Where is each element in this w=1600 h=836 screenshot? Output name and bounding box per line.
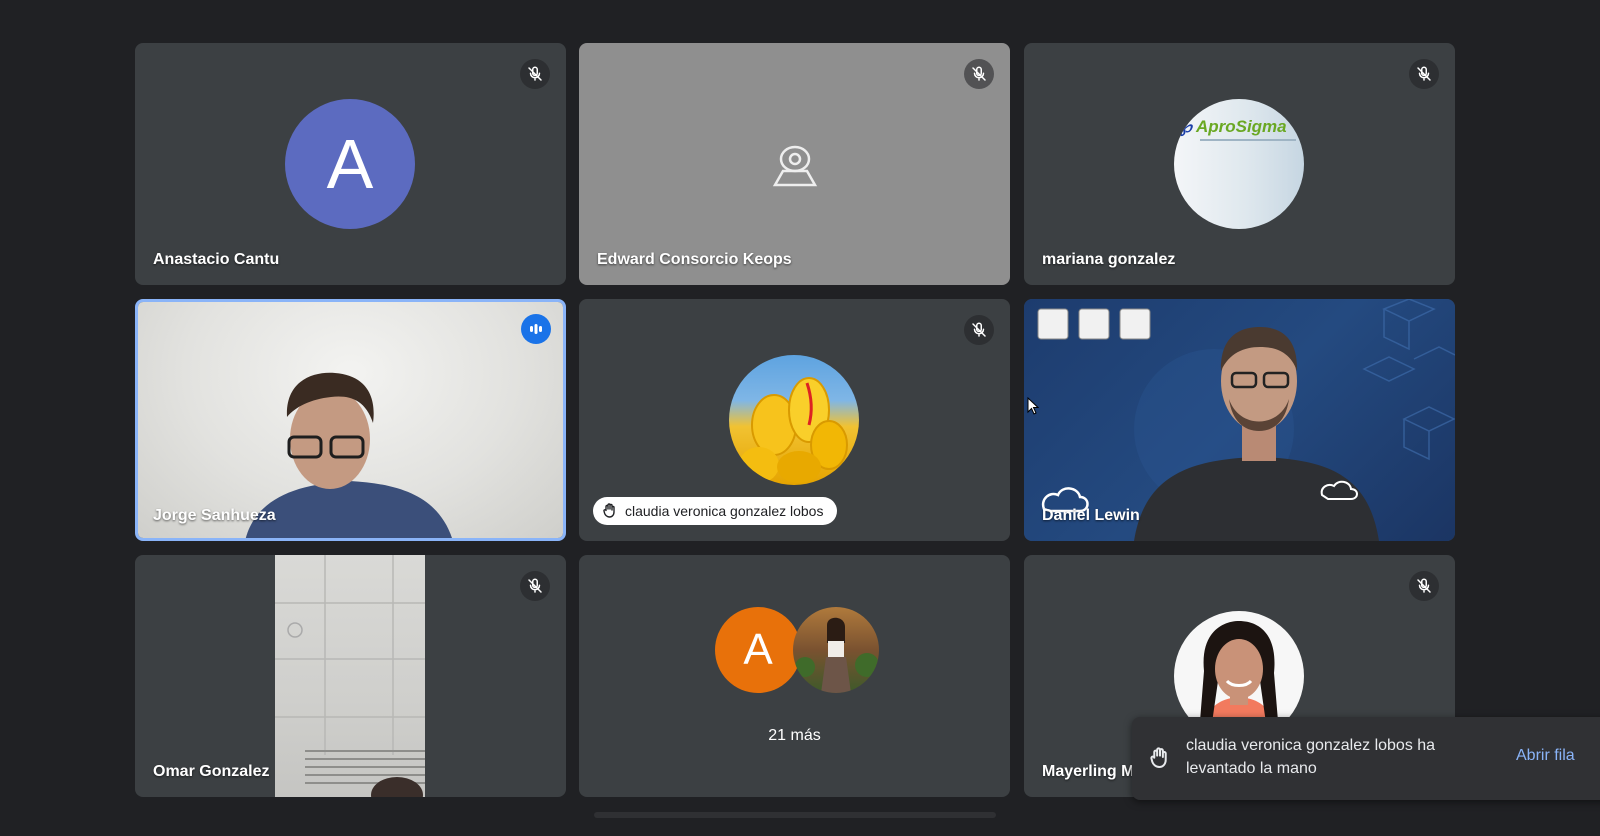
more-participants-count: 21 más	[768, 727, 821, 744]
notification-message: claudia veronica gonzalez lobos ha levan…	[1186, 737, 1436, 777]
overflow-avatar-photo	[793, 607, 879, 693]
avatar: A	[285, 99, 415, 229]
mic-off-icon	[520, 59, 550, 89]
hand-icon	[1150, 745, 1170, 774]
participant-tile-edward[interactable]: Edward Consorcio Keops	[579, 43, 1010, 285]
participant-name: mariana gonzalez	[1042, 251, 1176, 268]
participant-tile-mariana[interactable]: ℘ AproSigma mariana gonzalez	[1024, 43, 1455, 285]
video-feed	[275, 555, 425, 797]
mic-off-icon	[520, 571, 550, 601]
participant-name: Edward Consorcio Keops	[597, 251, 792, 268]
webcam-icon	[769, 139, 821, 196]
raised-hand-notification: claudia veronica gonzalez lobos ha levan…	[1132, 717, 1600, 800]
overflow-avatar-letter: A	[715, 607, 801, 693]
open-queue-button[interactable]: Abrir fila	[1516, 747, 1575, 765]
participant-name: Mayerling M	[1042, 763, 1135, 780]
control-bar-edge	[594, 812, 996, 818]
speaking-indicator-icon	[521, 314, 551, 344]
participant-name: claudia veronica gonzalez lobos	[625, 503, 824, 519]
mouse-cursor-icon	[1027, 396, 1040, 420]
avatar: ℘ AproSigma	[1174, 99, 1304, 229]
participant-tile-anastacio[interactable]: A Anastacio Cantu	[135, 43, 566, 285]
video-feed	[138, 302, 563, 538]
participant-name: Anastacio Cantu	[153, 251, 280, 268]
aprosigma-logo: ℘ AproSigma	[1180, 117, 1287, 136]
avatar	[729, 355, 859, 485]
raised-hand-badge: claudia veronica gonzalez lobos	[593, 497, 838, 525]
participant-name: Omar Gonzalez	[153, 763, 270, 780]
mic-off-icon	[1409, 59, 1439, 89]
participant-tile-daniel[interactable]: Daniel Lewin	[1024, 299, 1455, 541]
more-participants-tile[interactable]: A 21 más	[579, 555, 1010, 797]
participant-tile-claudia[interactable]: claudia veronica gonzalez lobos	[579, 299, 1010, 541]
video-feed	[1024, 299, 1455, 541]
participant-name: Jorge Sanhueza	[153, 507, 276, 524]
participant-name: Daniel Lewin	[1042, 507, 1140, 524]
mic-off-icon	[964, 315, 994, 345]
mic-off-icon	[964, 59, 994, 89]
participant-tile-jorge[interactable]: Jorge Sanhueza	[135, 299, 566, 541]
hand-icon	[603, 502, 617, 521]
participant-tile-omar[interactable]: Omar Gonzalez	[135, 555, 566, 797]
mic-off-icon	[1409, 571, 1439, 601]
